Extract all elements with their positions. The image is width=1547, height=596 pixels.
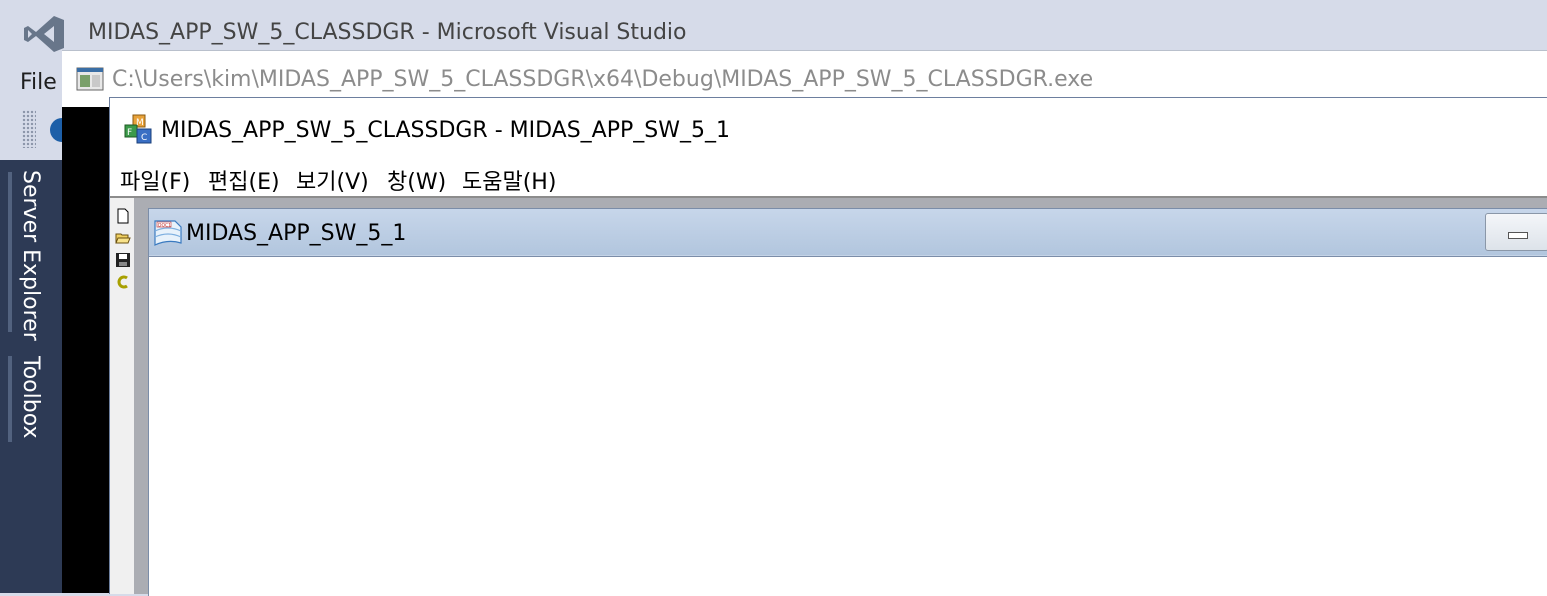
- visual-studio-logo-icon: [24, 16, 64, 52]
- toolbar-grip-icon[interactable]: [22, 110, 36, 148]
- sidebar-tab-marker: [8, 172, 12, 332]
- sidebar-tab-server-explorer[interactable]: Server Explorer: [18, 170, 43, 341]
- mfc-window-title: MIDAS_APP_SW_5_CLASSDGR - MIDAS_APP_SW_5…: [161, 118, 730, 143]
- console-title: C:\Users\kim\MIDAS_APP_SW_5_CLASSDGR\x64…: [112, 67, 1094, 92]
- mfc-app-window: M F C MIDAS_APP_SW_5_CLASSDGR - MIDAS_AP…: [109, 97, 1547, 596]
- minimize-icon: [1508, 232, 1528, 239]
- undo-icon[interactable]: [115, 274, 131, 290]
- svg-text:C: C: [141, 133, 147, 143]
- open-folder-icon[interactable]: [115, 230, 131, 246]
- mfc-app-icon: M F C: [124, 114, 152, 144]
- minimize-button[interactable]: [1485, 213, 1547, 251]
- mdi-child-window: DOC1 MIDAS_APP_SW_5_1: [148, 208, 1547, 596]
- mfc-menubar: 파일(F) 편집(E) 보기(V) 창(W) 도움말(H): [110, 158, 1547, 198]
- new-file-icon[interactable]: [115, 208, 131, 224]
- svg-text:M: M: [136, 118, 144, 128]
- document-view[interactable]: [149, 256, 1547, 596]
- mdi-child-titlebar[interactable]: DOC1 MIDAS_APP_SW_5_1: [149, 209, 1547, 255]
- vs-sidebar: Server Explorer Toolbox: [0, 160, 62, 593]
- svg-text:F: F: [127, 128, 132, 138]
- vs-window-title: MIDAS_APP_SW_5_CLASSDGR - Microsoft Visu…: [88, 20, 687, 45]
- vs-menu-file[interactable]: File: [20, 70, 57, 95]
- menu-file[interactable]: 파일(F): [118, 164, 192, 196]
- menu-help[interactable]: 도움말(H): [460, 164, 558, 196]
- menu-edit[interactable]: 편집(E): [206, 164, 282, 196]
- sidebar-tab-toolbox[interactable]: Toolbox: [18, 356, 43, 439]
- sidebar-tab-marker: [8, 356, 12, 442]
- mfc-titlebar[interactable]: M F C MIDAS_APP_SW_5_CLASSDGR - MIDAS_AP…: [110, 98, 1547, 158]
- svg-text:DOC1: DOC1: [158, 222, 171, 228]
- menu-window[interactable]: 창(W): [385, 164, 448, 196]
- mfc-toolbar: [110, 198, 135, 344]
- mdi-client-area: DOC1 MIDAS_APP_SW_5_1: [134, 198, 1547, 596]
- menu-view[interactable]: 보기(V): [294, 164, 371, 196]
- save-icon[interactable]: [115, 252, 131, 268]
- document-icon: DOC1: [154, 220, 182, 246]
- console-window-icon: [76, 67, 104, 91]
- mdi-child-title: MIDAS_APP_SW_5_1: [186, 221, 407, 246]
